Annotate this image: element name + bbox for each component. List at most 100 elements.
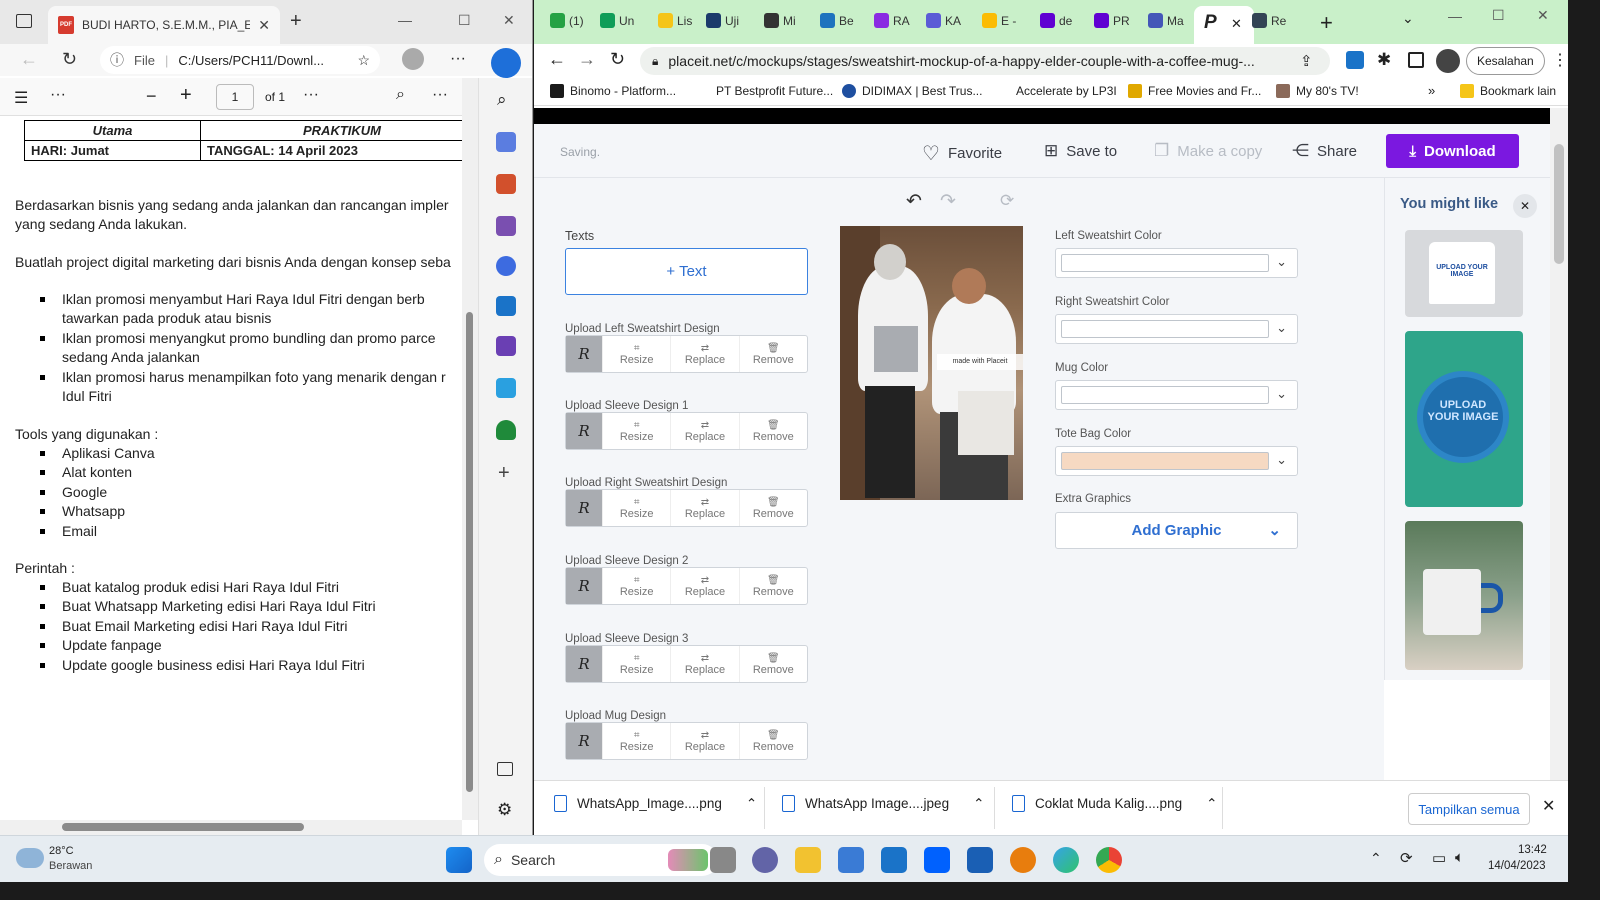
edge-tab-pdf[interactable]: PDF BUDI HARTO, S.E.M.M., PIA_E-Co ✕	[48, 6, 280, 44]
edge-icon[interactable]	[1053, 847, 1079, 873]
edge-url-field[interactable]: ⓘ File | C:/Users/PCH11/Downl... ☆	[100, 46, 380, 74]
profile-avatar[interactable]	[402, 48, 424, 70]
color-picker-dropdown[interactable]: ⌄	[1055, 248, 1298, 278]
add-graphic-dropdown[interactable]: Add Graphic ⌄	[1055, 512, 1298, 549]
resize-button[interactable]: ⌗ Resize	[602, 646, 670, 682]
shopping-icon[interactable]	[496, 132, 516, 152]
minimize-icon[interactable]: —	[398, 12, 412, 28]
replace-button[interactable]: ⇄ Replace	[670, 646, 738, 682]
chrome-tab[interactable]: RA	[874, 13, 910, 28]
send-icon[interactable]	[496, 378, 516, 398]
share-button[interactable]: ⋲ Share	[1292, 141, 1357, 161]
sync-icon[interactable]: ⟳	[1400, 849, 1413, 867]
remove-button[interactable]: 🗑︎ Remove	[738, 336, 807, 372]
download-item[interactable]: WhatsApp_Image....png ⌃	[554, 795, 757, 812]
show-hidden-icons-chevron-icon[interactable]: ⌃	[1370, 850, 1382, 867]
close-window-icon[interactable]: ✕	[1537, 7, 1549, 24]
chrome-menu-icon[interactable]: ⋮	[1552, 50, 1568, 70]
download-button[interactable]: ⤓ Download	[1386, 134, 1519, 168]
design-thumbnail[interactable]: R	[566, 568, 602, 604]
bookmark-item[interactable]: My 80's TV!	[1276, 84, 1359, 98]
design-thumbnail[interactable]: R	[566, 490, 602, 526]
tab-search-chevron-icon[interactable]: ⌄	[1402, 10, 1414, 27]
bing-chat-icon[interactable]	[491, 48, 521, 78]
redo-icon[interactable]: ↷	[940, 190, 956, 213]
download-item[interactable]: Coklat Muda Kalig....png ⌃	[1012, 795, 1217, 812]
chat-icon[interactable]	[752, 847, 778, 873]
pdf-horizontal-scroll-thumb[interactable]	[62, 823, 304, 831]
close-panel-icon[interactable]: ✕	[1513, 194, 1537, 218]
download-item[interactable]: WhatsApp Image....jpeg ⌃	[782, 795, 984, 812]
weather-cloud-icon[interactable]	[16, 848, 44, 868]
add-text-button[interactable]: + Text	[565, 248, 808, 295]
profile-avatar[interactable]	[1436, 49, 1460, 73]
page-scrollbar[interactable]	[1550, 108, 1568, 780]
page-scroll-thumb[interactable]	[1554, 144, 1564, 264]
remove-button[interactable]: 🗑︎ Remove	[738, 413, 807, 449]
mail-icon[interactable]	[881, 847, 907, 873]
chrome-tab[interactable]: Ma	[1148, 13, 1184, 28]
new-tab-icon[interactable]: +	[290, 10, 302, 33]
share-page-icon[interactable]: ⇪	[1300, 52, 1313, 70]
chrome-tab[interactable]: Un	[600, 13, 634, 28]
clock-date[interactable]: 14/04/2023	[1488, 860, 1546, 872]
reset-icon[interactable]: ⟳	[1000, 191, 1014, 211]
replace-button[interactable]: ⇄ Replace	[670, 490, 738, 526]
profile-error-button[interactable]: Kesalahan	[1466, 47, 1545, 75]
bookmark-item[interactable]: Binomo - Platform...	[550, 84, 676, 98]
close-downloads-icon[interactable]: ✕	[1542, 796, 1555, 816]
zoom-out-icon[interactable]: −	[146, 86, 157, 107]
design-thumbnail[interactable]: R	[566, 413, 602, 449]
tab-actions-icon[interactable]	[16, 14, 32, 28]
color-picker-dropdown[interactable]: ⌄	[1055, 380, 1298, 410]
bookmark-folder-other[interactable]: Bookmark lain	[1460, 84, 1556, 98]
resize-button[interactable]: ⌗ Resize	[602, 336, 670, 372]
chrome-tab[interactable]: Lis	[658, 13, 692, 28]
chrome-tab[interactable]: de	[1040, 13, 1072, 28]
blender-icon[interactable]	[1010, 847, 1036, 873]
maximize-icon[interactable]: ☐	[458, 12, 471, 29]
replace-button[interactable]: ⇄ Replace	[670, 413, 738, 449]
weather-status[interactable]: Berawan	[49, 860, 92, 872]
design-thumbnail[interactable]: R	[566, 723, 602, 759]
tree-icon[interactable]	[496, 420, 516, 440]
remove-button[interactable]: 🗑︎ Remove	[738, 490, 807, 526]
chevron-up-icon[interactable]: ⌃	[1206, 796, 1217, 812]
pdf-overflow-icon[interactable]: ···	[432, 86, 448, 104]
file-explorer-icon[interactable]	[795, 847, 821, 873]
chrome-tab[interactable]: Uji	[706, 13, 739, 28]
search-sidebar-icon[interactable]: ⌕	[497, 90, 507, 110]
resize-button[interactable]: ⌗ Resize	[602, 490, 670, 526]
suggestion-tshirt[interactable]: UPLOAD YOUR IMAGE	[1405, 230, 1523, 317]
bookmark-item[interactable]: Accelerate by LP3I	[996, 84, 1117, 98]
color-picker-dropdown[interactable]: ⌄	[1055, 314, 1298, 344]
add-sidebar-icon[interactable]: +	[498, 462, 510, 485]
chrome-tab[interactable]: PR	[1094, 13, 1130, 28]
suggestion-popsocket[interactable]: UPLOAD YOUR IMAGE	[1405, 331, 1523, 507]
extension-icon[interactable]	[1346, 51, 1364, 69]
maximize-icon[interactable]: ☐	[1492, 7, 1505, 24]
favorite-star-icon[interactable]: ☆	[357, 52, 370, 69]
design-thumbnail[interactable]: R	[566, 646, 602, 682]
remove-button[interactable]: 🗑︎ Remove	[738, 568, 807, 604]
suggestion-mug[interactable]	[1405, 521, 1523, 670]
close-tab-icon[interactable]: ✕	[1231, 16, 1242, 32]
resize-button[interactable]: ⌗ Resize	[602, 413, 670, 449]
chrome-icon[interactable]	[1096, 847, 1122, 873]
show-all-downloads-button[interactable]: Tampilkan semua	[1408, 793, 1530, 825]
extensions-puzzle-icon[interactable]: ✱	[1377, 50, 1391, 70]
bookmarks-overflow-icon[interactable]: »	[1428, 83, 1435, 98]
sidebar-toggle-icon[interactable]	[497, 762, 513, 776]
games-icon[interactable]	[496, 216, 516, 236]
replace-button[interactable]: ⇄ Replace	[670, 568, 738, 604]
refresh-icon[interactable]: ↻	[62, 49, 77, 70]
active-tab-placeit[interactable]: P ✕	[1194, 6, 1254, 44]
dropbox-icon[interactable]	[924, 847, 950, 873]
chrome-tab[interactable]: (1)	[550, 13, 584, 28]
bookmark-item[interactable]: Free Movies and Fr...	[1128, 84, 1261, 98]
page-number-input[interactable]: 1	[216, 84, 254, 110]
forward-icon[interactable]: →	[578, 49, 596, 70]
back-icon[interactable]: ←	[20, 49, 38, 70]
close-tab-icon[interactable]: ✕	[258, 17, 270, 34]
resize-button[interactable]: ⌗ Resize	[602, 568, 670, 604]
